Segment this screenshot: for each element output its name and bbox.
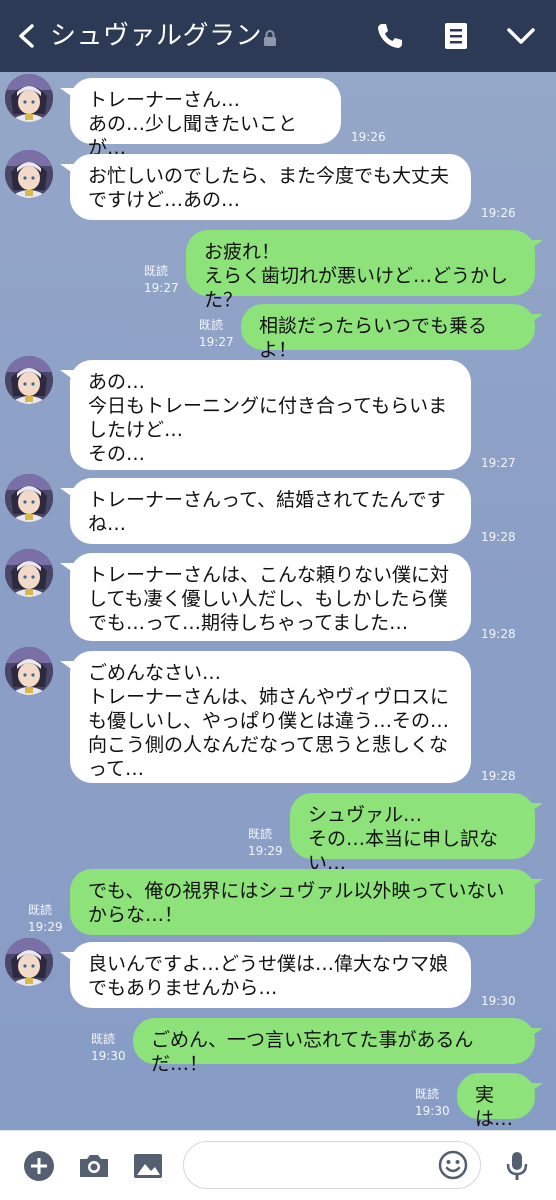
emoji-icon[interactable] — [438, 1150, 468, 1180]
back-icon[interactable] — [14, 22, 40, 50]
message-bubble[interactable]: 良いんですよ…どうせ僕は…偉大なウマ娘 でもありませんから… — [70, 942, 471, 1008]
avatar[interactable] — [5, 549, 53, 597]
avatar[interactable] — [5, 356, 53, 404]
message-input[interactable] — [183, 1141, 481, 1189]
message-timestamp: 19:26 — [481, 206, 516, 220]
read-receipt: 既読 — [248, 827, 273, 841]
message-bubble[interactable]: トレーナーさんは、こんな頼りない僕に対 しても凄く優しい人だし、もしかしたら僕 … — [70, 553, 471, 641]
message-bubble[interactable]: でも、俺の視界にはシュヴァル以外映っていない からな…！ — [70, 869, 535, 935]
read-receipt: 既読 — [415, 1087, 440, 1101]
camera-icon[interactable] — [77, 1149, 111, 1183]
add-icon[interactable] — [22, 1149, 56, 1183]
message-bubble[interactable]: 実は… — [457, 1073, 535, 1130]
read-receipt: 既読 — [91, 1032, 116, 1046]
read-receipt: 既読 — [28, 903, 53, 917]
message-bubble[interactable]: お忙しいのでしたら、また今度でも大丈夫 ですけど…あの… — [70, 154, 471, 220]
avatar[interactable] — [5, 938, 53, 986]
message-bubble[interactable]: ごめんなさい… トレーナーさんは、姉さんやヴィヴロスに も優しいし、やっぱり僕と… — [70, 651, 471, 783]
message-timestamp: 19:29 — [28, 920, 63, 934]
message-timestamp: 19:30 — [481, 994, 516, 1008]
message-input-bar — [0, 1130, 556, 1200]
message-bubble[interactable]: トレーナーさんって、結婚されてたんです ね… — [70, 478, 471, 544]
microphone-icon[interactable] — [500, 1149, 534, 1183]
message-timestamp: 19:28 — [481, 769, 516, 783]
message-bubble[interactable]: シュヴァル… その…本当に申し訳ない… — [290, 793, 535, 874]
lock-icon — [264, 30, 276, 46]
message-timestamp: 19:26 — [351, 130, 386, 144]
message-bubble[interactable]: お疲れ！ えらく歯切れが悪いけど…どうかした？ — [186, 230, 535, 311]
message-bubble[interactable]: ごめん、一つ言い忘れてた事があるんだ…！ — [133, 1018, 535, 1075]
message-timestamp: 19:30 — [415, 1104, 450, 1118]
message-timestamp: 19:27 — [481, 456, 516, 470]
message-bubble[interactable]: 相談だったらいつでも乗るよ！ — [241, 304, 535, 361]
message-timestamp: 19:27 — [144, 281, 179, 295]
avatar[interactable] — [5, 74, 53, 122]
avatar[interactable] — [5, 647, 53, 695]
chat-title[interactable]: シュヴァルグラン — [50, 18, 262, 54]
message-timestamp: 19:28 — [481, 530, 516, 544]
read-receipt: 既読 — [144, 264, 169, 278]
message-timestamp: 19:28 — [481, 627, 516, 641]
message-timestamp: 19:29 — [248, 844, 283, 858]
chat-header: シュヴァルグラン — [0, 0, 556, 72]
chat-area[interactable]: トレーナーさん… あの…少し聞きたいことが… 19:26 お忙しいのでしたら、また今… — [0, 72, 556, 1130]
phone-icon[interactable] — [374, 20, 406, 52]
avatar[interactable] — [5, 150, 53, 198]
message-timestamp: 19:30 — [91, 1049, 126, 1063]
avatar[interactable] — [5, 474, 53, 522]
read-receipt: 既読 — [199, 318, 224, 332]
message-bubble[interactable]: あの… 今日もトレーニングに付き合ってもらいま したけど… その… — [70, 360, 471, 470]
chevron-down-icon[interactable] — [505, 20, 537, 52]
message-timestamp: 19:27 — [199, 335, 234, 349]
message-bubble[interactable]: トレーナーさん… あの…少し聞きたいことが… — [70, 78, 341, 159]
image-icon[interactable] — [131, 1149, 165, 1183]
menu-note-icon[interactable] — [440, 20, 472, 52]
